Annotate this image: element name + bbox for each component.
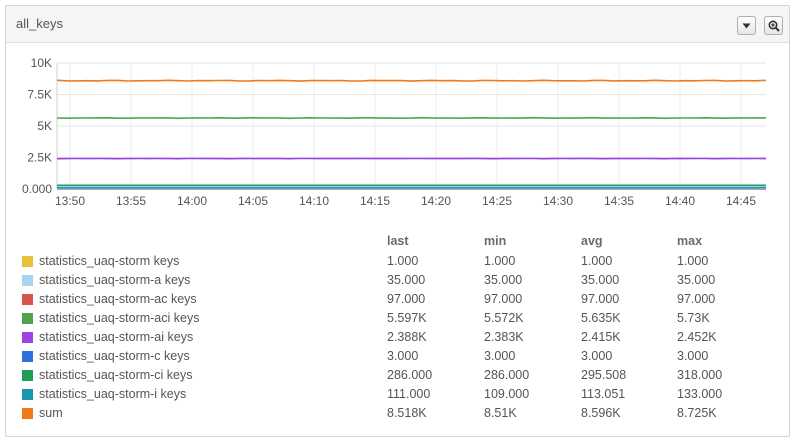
legend-swatch[interactable] — [22, 332, 33, 343]
legend-value-avg: 5.635K — [581, 311, 621, 325]
legend-value-max: 35.000 — [677, 273, 716, 287]
legend-series-name[interactable]: statistics_uaq-storm-a keys — [39, 273, 190, 287]
series-line — [56, 116, 766, 120]
legend-swatch[interactable] — [22, 256, 33, 267]
legend-series-name[interactable]: statistics_uaq-storm keys — [39, 254, 179, 268]
line-chart: 10K 7.5K 5K 2.5K 0.00013:50 13:55 14:00 14:05 14… — [22, 56, 767, 208]
legend-swatch[interactable] — [22, 408, 33, 419]
legend-value-avg: 8.596K — [581, 406, 621, 420]
legend-value-avg: 3.000 — [581, 349, 613, 363]
legend-value-min: 3.000 — [484, 349, 516, 363]
legend-value-avg: 113.051 — [581, 387, 626, 401]
legend-value-min: 35.000 — [484, 273, 523, 287]
legend-value-min: 286.000 — [484, 368, 530, 382]
legend-value-last: 286.000 — [387, 368, 433, 382]
legend-value-avg: 97.000 — [581, 292, 620, 306]
x-tick-label: 13:55 — [116, 194, 146, 208]
legend-row[interactable]: sum 8.518K 8.51K 8.596K 8.725K — [22, 405, 782, 424]
legend-row[interactable]: statistics_uaq-storm-i keys 111.000 109.00… — [22, 386, 782, 405]
legend-header-avg: avg — [581, 234, 603, 248]
legend-row[interactable]: statistics_uaq-storm-a keys 35.000 35.000 3… — [22, 272, 782, 291]
legend-series-name[interactable]: sum — [39, 406, 63, 420]
legend-swatch[interactable] — [22, 313, 33, 324]
x-tick-label: 14:20 — [421, 194, 451, 208]
legend-value-avg: 2.415K — [581, 330, 621, 344]
legend-series-name[interactable]: statistics_uaq-storm-aci keys — [39, 311, 199, 325]
legend-value-min: 2.383K — [484, 330, 524, 344]
x-tick-label: 14:05 — [238, 194, 268, 208]
legend-series-name[interactable]: statistics_uaq-storm-ai keys — [39, 330, 193, 344]
x-tick-label: 14:10 — [299, 194, 329, 208]
legend-row[interactable]: statistics_uaq-storm-ci keys 286.000 286.0… — [22, 367, 782, 386]
legend-row[interactable]: statistics_uaq-storm keys 1.000 1.000 1.000… — [22, 253, 782, 272]
legend-value-max: 133.000 — [677, 387, 723, 401]
legend-series-name[interactable]: statistics_uaq-storm-ci keys — [39, 368, 193, 382]
legend-row[interactable]: statistics_uaq-storm-aci keys 5.597K 5.572… — [22, 310, 782, 329]
legend-series-name[interactable]: statistics_uaq-storm-c keys — [39, 349, 190, 363]
legend-value-last: 97.000 — [387, 292, 426, 306]
legend-value-avg: 295.508 — [581, 368, 627, 382]
x-tick-label: 14:40 — [665, 194, 695, 208]
legend-value-avg: 35.000 — [581, 273, 620, 287]
legend-value-max: 318.000 — [677, 368, 723, 382]
legend-swatch[interactable] — [22, 294, 33, 305]
legend-swatch[interactable] — [22, 351, 33, 362]
series-line — [56, 79, 767, 82]
legend-value-max: 5.73K — [677, 311, 710, 325]
legend-value-max: 3.000 — [677, 349, 709, 363]
x-tick-label: 14:25 — [482, 194, 512, 208]
legend-series-name[interactable]: statistics_uaq-storm-ac keys — [39, 292, 197, 306]
legend-swatch[interactable] — [22, 389, 33, 400]
legend-value-max: 1.000 — [677, 254, 709, 268]
y-tick-label: 0.000 — [22, 182, 52, 196]
legend-value-min: 5.572K — [484, 311, 524, 325]
legend-value-last: 5.597K — [387, 311, 427, 325]
legend-row[interactable]: statistics_uaq-storm-c keys 3.000 3.000 3.0… — [22, 348, 782, 367]
legend-value-last: 8.518K — [387, 406, 427, 420]
x-tick-label: 14:00 — [177, 194, 207, 208]
legend-header-max: max — [677, 234, 703, 248]
legend-value-last: 111.000 — [387, 387, 431, 401]
legend-value-max: 2.452K — [677, 330, 717, 344]
legend-value-min: 109.000 — [484, 387, 530, 401]
legend-value-last: 2.388K — [387, 330, 427, 344]
legend-value-last: 3.000 — [387, 349, 419, 363]
y-tick-label: 10K — [31, 56, 52, 70]
legend-value-min: 1.000 — [484, 254, 516, 268]
x-tick-label: 14:15 — [360, 194, 390, 208]
legend-value-max: 97.000 — [677, 292, 716, 306]
x-tick-label: 13:50 — [55, 194, 85, 208]
legend-swatch[interactable] — [22, 275, 33, 286]
y-tick-label: 5K — [37, 119, 52, 133]
legend-value-avg: 1.000 — [581, 254, 613, 268]
legend-value-min: 8.51K — [484, 406, 517, 420]
legend-row[interactable]: statistics_uaq-storm-ac keys 97.000 97.000… — [22, 291, 782, 310]
legend-value-max: 8.725K — [677, 406, 717, 420]
legend-header-last: last — [387, 234, 409, 248]
legend-value-last: 1.000 — [387, 254, 419, 268]
legend-value-last: 35.000 — [387, 273, 426, 287]
legend-swatch[interactable] — [22, 370, 33, 381]
legend-row[interactable]: statistics_uaq-storm-ai keys 2.388K 2.383K… — [22, 329, 782, 348]
legend-header-min: min — [484, 234, 507, 248]
legend-series-name[interactable]: statistics_uaq-storm-i keys — [39, 387, 186, 401]
x-tick-label: 14:35 — [604, 194, 634, 208]
x-tick-label: 14:30 — [543, 194, 573, 208]
x-tick-label: 14:45 — [726, 194, 756, 208]
y-tick-label: 2.5K — [27, 151, 52, 165]
y-tick-label: 7.5K — [27, 88, 52, 102]
legend-value-min: 97.000 — [484, 292, 523, 306]
